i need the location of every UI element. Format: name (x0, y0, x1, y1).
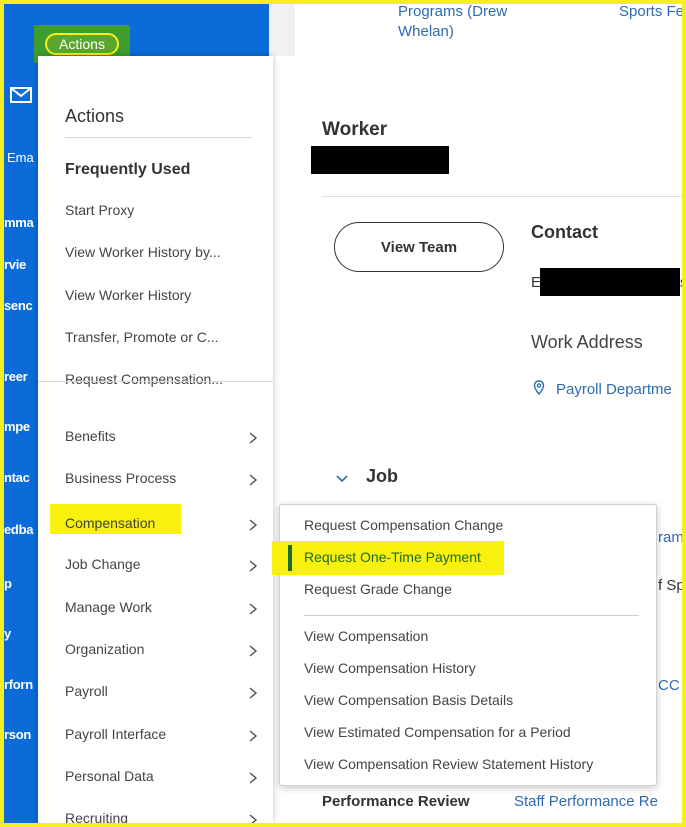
job-link-fragment[interactable]: ram (658, 529, 684, 546)
actions-heading-divider (65, 137, 252, 138)
cost-center-link-fragment[interactable]: CC (658, 677, 680, 694)
worker-title: Worker (322, 119, 388, 140)
sidebar-item-pay[interactable]: y (4, 626, 11, 641)
job-section-title: Job (366, 466, 399, 486)
category-label: Compensation (65, 515, 156, 531)
request-grade-change-item[interactable]: Request Grade Change (304, 581, 452, 597)
category-manage-work[interactable]: Manage Work (38, 591, 273, 627)
actions-button-label: Actions (45, 33, 119, 55)
sidebar-item-summary[interactable]: mma (4, 215, 34, 230)
category-personal-data[interactable]: Personal Data (38, 760, 273, 796)
sidebar-item-personal[interactable]: rson (4, 727, 31, 742)
view-compensation-review-statement-history-item[interactable]: View Compensation Review Statement Histo… (304, 756, 593, 772)
category-recruiting[interactable]: Recruiting (38, 802, 273, 827)
category-business-process[interactable]: Business Process (38, 462, 273, 498)
view-compensation-item[interactable]: View Compensation (304, 628, 428, 644)
view-worker-history-by-item[interactable]: View Worker History by... (65, 244, 221, 260)
category-label: Job Change (65, 556, 141, 572)
chevron-right-icon (249, 645, 258, 657)
sidebar-item-career[interactable]: reer (4, 369, 28, 384)
header-gutter (269, 4, 295, 56)
category-label: Personal Data (65, 768, 154, 784)
category-label: Business Process (65, 470, 177, 486)
header-divider (322, 196, 682, 197)
job-text-fragment: f Sp (658, 577, 685, 594)
sidebar-item-compensation[interactable]: mpe (4, 419, 30, 434)
category-compensation[interactable]: Compensation (38, 504, 273, 543)
chevron-right-icon (249, 519, 258, 531)
category-label: Benefits (65, 428, 116, 444)
sidebar-item-feedback[interactable]: edba (4, 522, 33, 537)
email-label: Ema (7, 150, 34, 165)
contact-title: Contact (531, 222, 598, 242)
request-compensation-item[interactable]: Request Compensation... (65, 371, 223, 387)
performance-review-label: Performance Review (322, 793, 470, 810)
submenu-divider (304, 615, 639, 616)
category-organization[interactable]: Organization (38, 633, 273, 669)
chevron-right-icon (249, 432, 258, 444)
actions-panel-heading: Actions (65, 106, 125, 126)
panel-section-divider (38, 381, 273, 382)
chevron-right-icon (249, 474, 258, 486)
view-compensation-history-item[interactable]: View Compensation History (304, 660, 476, 676)
view-team-button[interactable]: View Team (334, 222, 504, 272)
sidebar-item-performance[interactable]: rforn (4, 677, 33, 692)
transfer-promote-item[interactable]: Transfer, Promote or C... (65, 329, 219, 345)
actions-panel: Actions Frequently Used Start Proxy View… (38, 56, 273, 826)
chevron-right-icon (249, 730, 258, 742)
chevron-right-icon (249, 814, 258, 826)
category-label: Recruiting (65, 810, 129, 826)
location-pin-icon (533, 380, 545, 396)
category-payroll[interactable]: Payroll (38, 675, 273, 711)
compensation-submenu: Request Compensation Change Request One-… (272, 504, 657, 786)
view-compensation-basis-details-item[interactable]: View Compensation Basis Details (304, 692, 513, 708)
chevron-right-icon (249, 560, 258, 572)
sidebar-item-contact[interactable]: ntac (4, 470, 30, 485)
staff-performance-link[interactable]: Staff Performance Re (514, 793, 658, 810)
view-estimated-compensation-item[interactable]: View Estimated Compensation for a Period (304, 724, 571, 740)
payroll-department-link[interactable]: Payroll Departme (556, 381, 672, 398)
category-payroll-interface[interactable]: Payroll Interface (38, 718, 273, 754)
redacted-name (311, 146, 449, 174)
category-job-change[interactable]: Job Change (38, 548, 273, 584)
view-worker-history-item[interactable]: View Worker History (65, 287, 191, 303)
work-address-label: Work Address (531, 332, 643, 352)
programs-link[interactable]: Programs (Drew Whelan) (398, 2, 507, 42)
chevron-down-icon[interactable] (336, 475, 348, 483)
category-label: Manage Work (65, 599, 152, 615)
sidebar-item-job[interactable]: p (4, 576, 12, 591)
category-label: Payroll (65, 683, 108, 699)
request-one-time-payment-item[interactable]: Request One-Time Payment (304, 549, 481, 565)
contact-email-suffix: s (680, 274, 686, 291)
mail-icon (10, 87, 32, 103)
chevron-right-icon (249, 603, 258, 615)
email-nav-item[interactable]: Ema (4, 78, 38, 165)
category-benefits[interactable]: Benefits (38, 420, 273, 456)
frequently-used-heading: Frequently Used (65, 161, 191, 178)
chevron-right-icon (249, 687, 258, 699)
active-item-indicator (288, 545, 292, 571)
request-compensation-change-item[interactable]: Request Compensation Change (304, 517, 503, 533)
chevron-right-icon (249, 772, 258, 784)
redacted-email (540, 268, 680, 296)
sidebar-item-absence[interactable]: senc (4, 298, 33, 313)
sports-link[interactable]: Sports Fe (619, 2, 684, 22)
sidebar-item-overview[interactable]: rvie (4, 257, 26, 272)
category-label: Payroll Interface (65, 726, 167, 742)
category-label: Organization (65, 641, 145, 657)
start-proxy-item[interactable]: Start Proxy (65, 202, 134, 218)
